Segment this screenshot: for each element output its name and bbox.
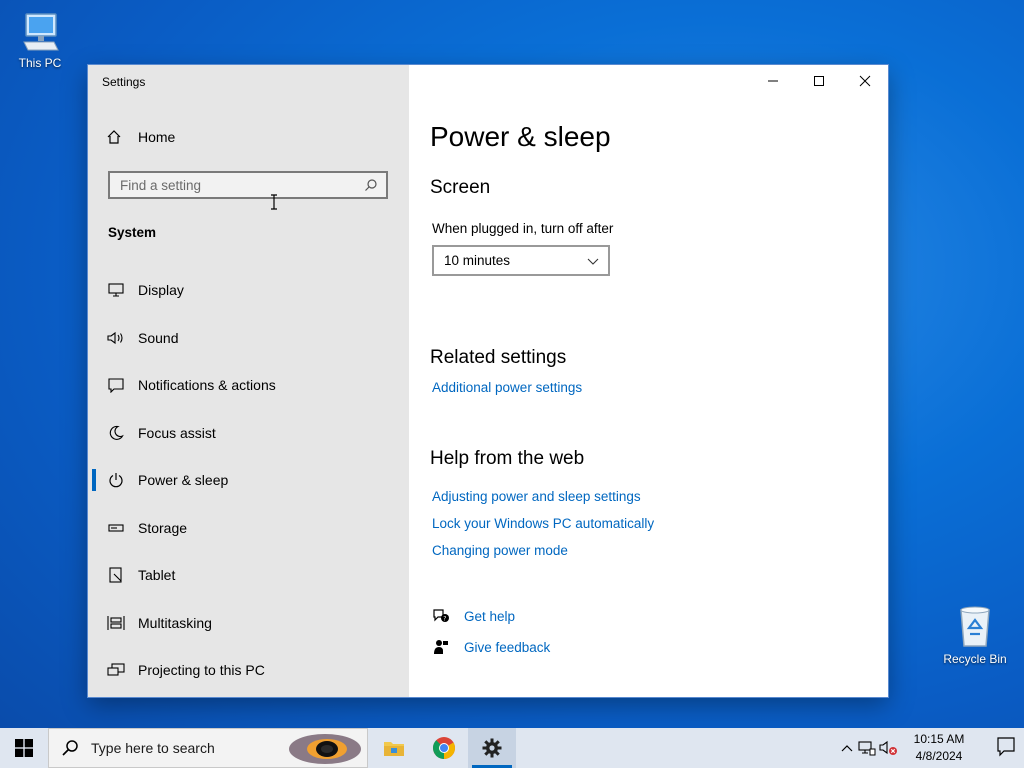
taskbar-chrome[interactable] xyxy=(420,728,468,768)
windows-logo-icon xyxy=(15,739,33,757)
help-link-lock-pc[interactable]: Lock your Windows PC automatically xyxy=(432,516,654,531)
taskbar-clock[interactable]: 10:15 AM 4/8/2024 xyxy=(904,731,974,765)
sidebar-item-label: Storage xyxy=(138,520,188,536)
tablet-icon xyxy=(106,567,126,583)
taskbar: Type here to search 10:15 AM 4/8/2024 xyxy=(0,728,1024,768)
taskbar-search-box[interactable]: Type here to search xyxy=(48,728,368,768)
search-highlight-image-icon xyxy=(289,734,361,764)
chrome-icon xyxy=(432,737,455,759)
window-controls xyxy=(750,65,888,97)
nav-home[interactable]: Home xyxy=(104,129,175,145)
chevron-down-icon xyxy=(587,258,599,265)
action-center-icon xyxy=(997,737,1015,757)
window-title: Settings xyxy=(102,75,146,89)
sidebar-item-multitasking[interactable]: Multitasking xyxy=(88,601,409,645)
svg-text:?: ? xyxy=(443,616,446,623)
recycle-bin-icon xyxy=(960,606,990,647)
clock-time: 10:15 AM xyxy=(913,732,965,746)
sidebar-item-tablet[interactable]: Tablet xyxy=(88,553,409,597)
minimize-button[interactable] xyxy=(750,65,796,97)
monitor-icon xyxy=(106,283,126,297)
find-setting-input[interactable] xyxy=(110,173,360,197)
page-title: Power & sleep xyxy=(430,121,611,152)
get-help-icon: ? xyxy=(432,608,450,624)
screen-timeout-value: 10 minutes xyxy=(444,253,511,268)
system-tray xyxy=(838,728,900,768)
section-label-system: System xyxy=(108,225,157,240)
sidebar-item-display[interactable]: Display xyxy=(88,268,409,312)
give-feedback-label: Give feedback xyxy=(464,639,551,655)
projecting-icon xyxy=(106,663,126,677)
find-setting-search[interactable] xyxy=(108,171,388,199)
volume-muted-icon[interactable] xyxy=(878,740,900,756)
sidebar-item-label: Focus assist xyxy=(138,425,216,441)
sidebar-item-label: Sound xyxy=(138,330,179,346)
maximize-button[interactable] xyxy=(796,65,842,97)
recycle-bin-desktop-icon[interactable]: Recycle Bin xyxy=(942,602,1008,666)
sidebar-item-label: Projecting to this PC xyxy=(138,662,265,678)
taskbar-settings[interactable] xyxy=(468,728,516,768)
home-icon xyxy=(104,129,124,145)
sidebar-item-focus-assist[interactable]: Focus assist xyxy=(88,411,409,455)
screen-timeout-dropdown[interactable]: 10 minutes xyxy=(432,245,610,276)
sidebar-item-label: Tablet xyxy=(138,567,176,583)
speaker-icon xyxy=(106,331,126,345)
sidebar-item-label: Display xyxy=(138,282,184,298)
taskbar-file-explorer[interactable] xyxy=(370,728,418,768)
feedback-icon xyxy=(432,639,450,655)
power-icon xyxy=(106,472,126,488)
sidebar-item-notifications[interactable]: Notifications & actions xyxy=(88,363,409,407)
action-center-button[interactable] xyxy=(996,736,1016,763)
sidebar-item-label: Power & sleep xyxy=(138,472,229,488)
screen-timeout-label: When plugged in, turn off after xyxy=(432,221,614,236)
show-hidden-icons-chevron-icon[interactable] xyxy=(838,744,856,752)
recycle-bin-label: Recycle Bin xyxy=(943,652,1007,666)
close-icon xyxy=(859,75,871,87)
this-pc-desktop-icon[interactable]: This PC xyxy=(8,10,72,70)
additional-power-settings-link[interactable]: Additional power settings xyxy=(432,380,582,395)
search-icon xyxy=(62,740,78,756)
start-button[interactable] xyxy=(0,728,48,768)
help-link-adjusting-power[interactable]: Adjusting power and sleep settings xyxy=(432,489,641,504)
taskbar-search-placeholder: Type here to search xyxy=(91,740,215,756)
maximize-icon xyxy=(814,76,824,86)
moon-icon xyxy=(106,425,126,441)
sidebar-item-power-sleep[interactable]: Power & sleep xyxy=(88,458,409,502)
clock-date: 4/8/2024 xyxy=(915,749,963,763)
search-icon xyxy=(364,178,378,197)
give-feedback-link[interactable]: Give feedback xyxy=(432,639,550,655)
sidebar-item-label: Multitasking xyxy=(138,615,212,631)
this-pc-label: This PC xyxy=(18,56,62,70)
minimize-icon xyxy=(768,80,778,82)
notification-icon xyxy=(106,377,126,393)
get-help-label: Get help xyxy=(464,608,516,624)
text-cursor-icon xyxy=(271,194,277,210)
network-icon[interactable] xyxy=(856,740,878,756)
storage-icon xyxy=(106,523,126,533)
file-explorer-icon xyxy=(384,742,404,756)
multitasking-icon xyxy=(106,615,126,631)
help-link-power-mode[interactable]: Changing power mode xyxy=(432,543,568,558)
sidebar: Settings Home System Display Sound xyxy=(88,65,409,697)
sidebar-item-label: Notifications & actions xyxy=(138,377,276,393)
sidebar-item-sound[interactable]: Sound xyxy=(88,316,409,360)
sidebar-item-storage[interactable]: Storage xyxy=(88,506,409,550)
home-label: Home xyxy=(138,129,176,145)
sidebar-item-projecting[interactable]: Projecting to this PC xyxy=(88,648,409,692)
settings-window: Settings Home System Display Sound xyxy=(88,65,888,697)
close-button[interactable] xyxy=(842,65,888,97)
get-help-link[interactable]: ? Get help xyxy=(432,608,515,624)
computer-icon xyxy=(23,13,59,51)
settings-gear-icon xyxy=(482,738,502,758)
related-settings-heading: Related settings xyxy=(430,347,567,368)
help-heading: Help from the web xyxy=(430,448,585,469)
screen-heading: Screen xyxy=(430,177,491,198)
